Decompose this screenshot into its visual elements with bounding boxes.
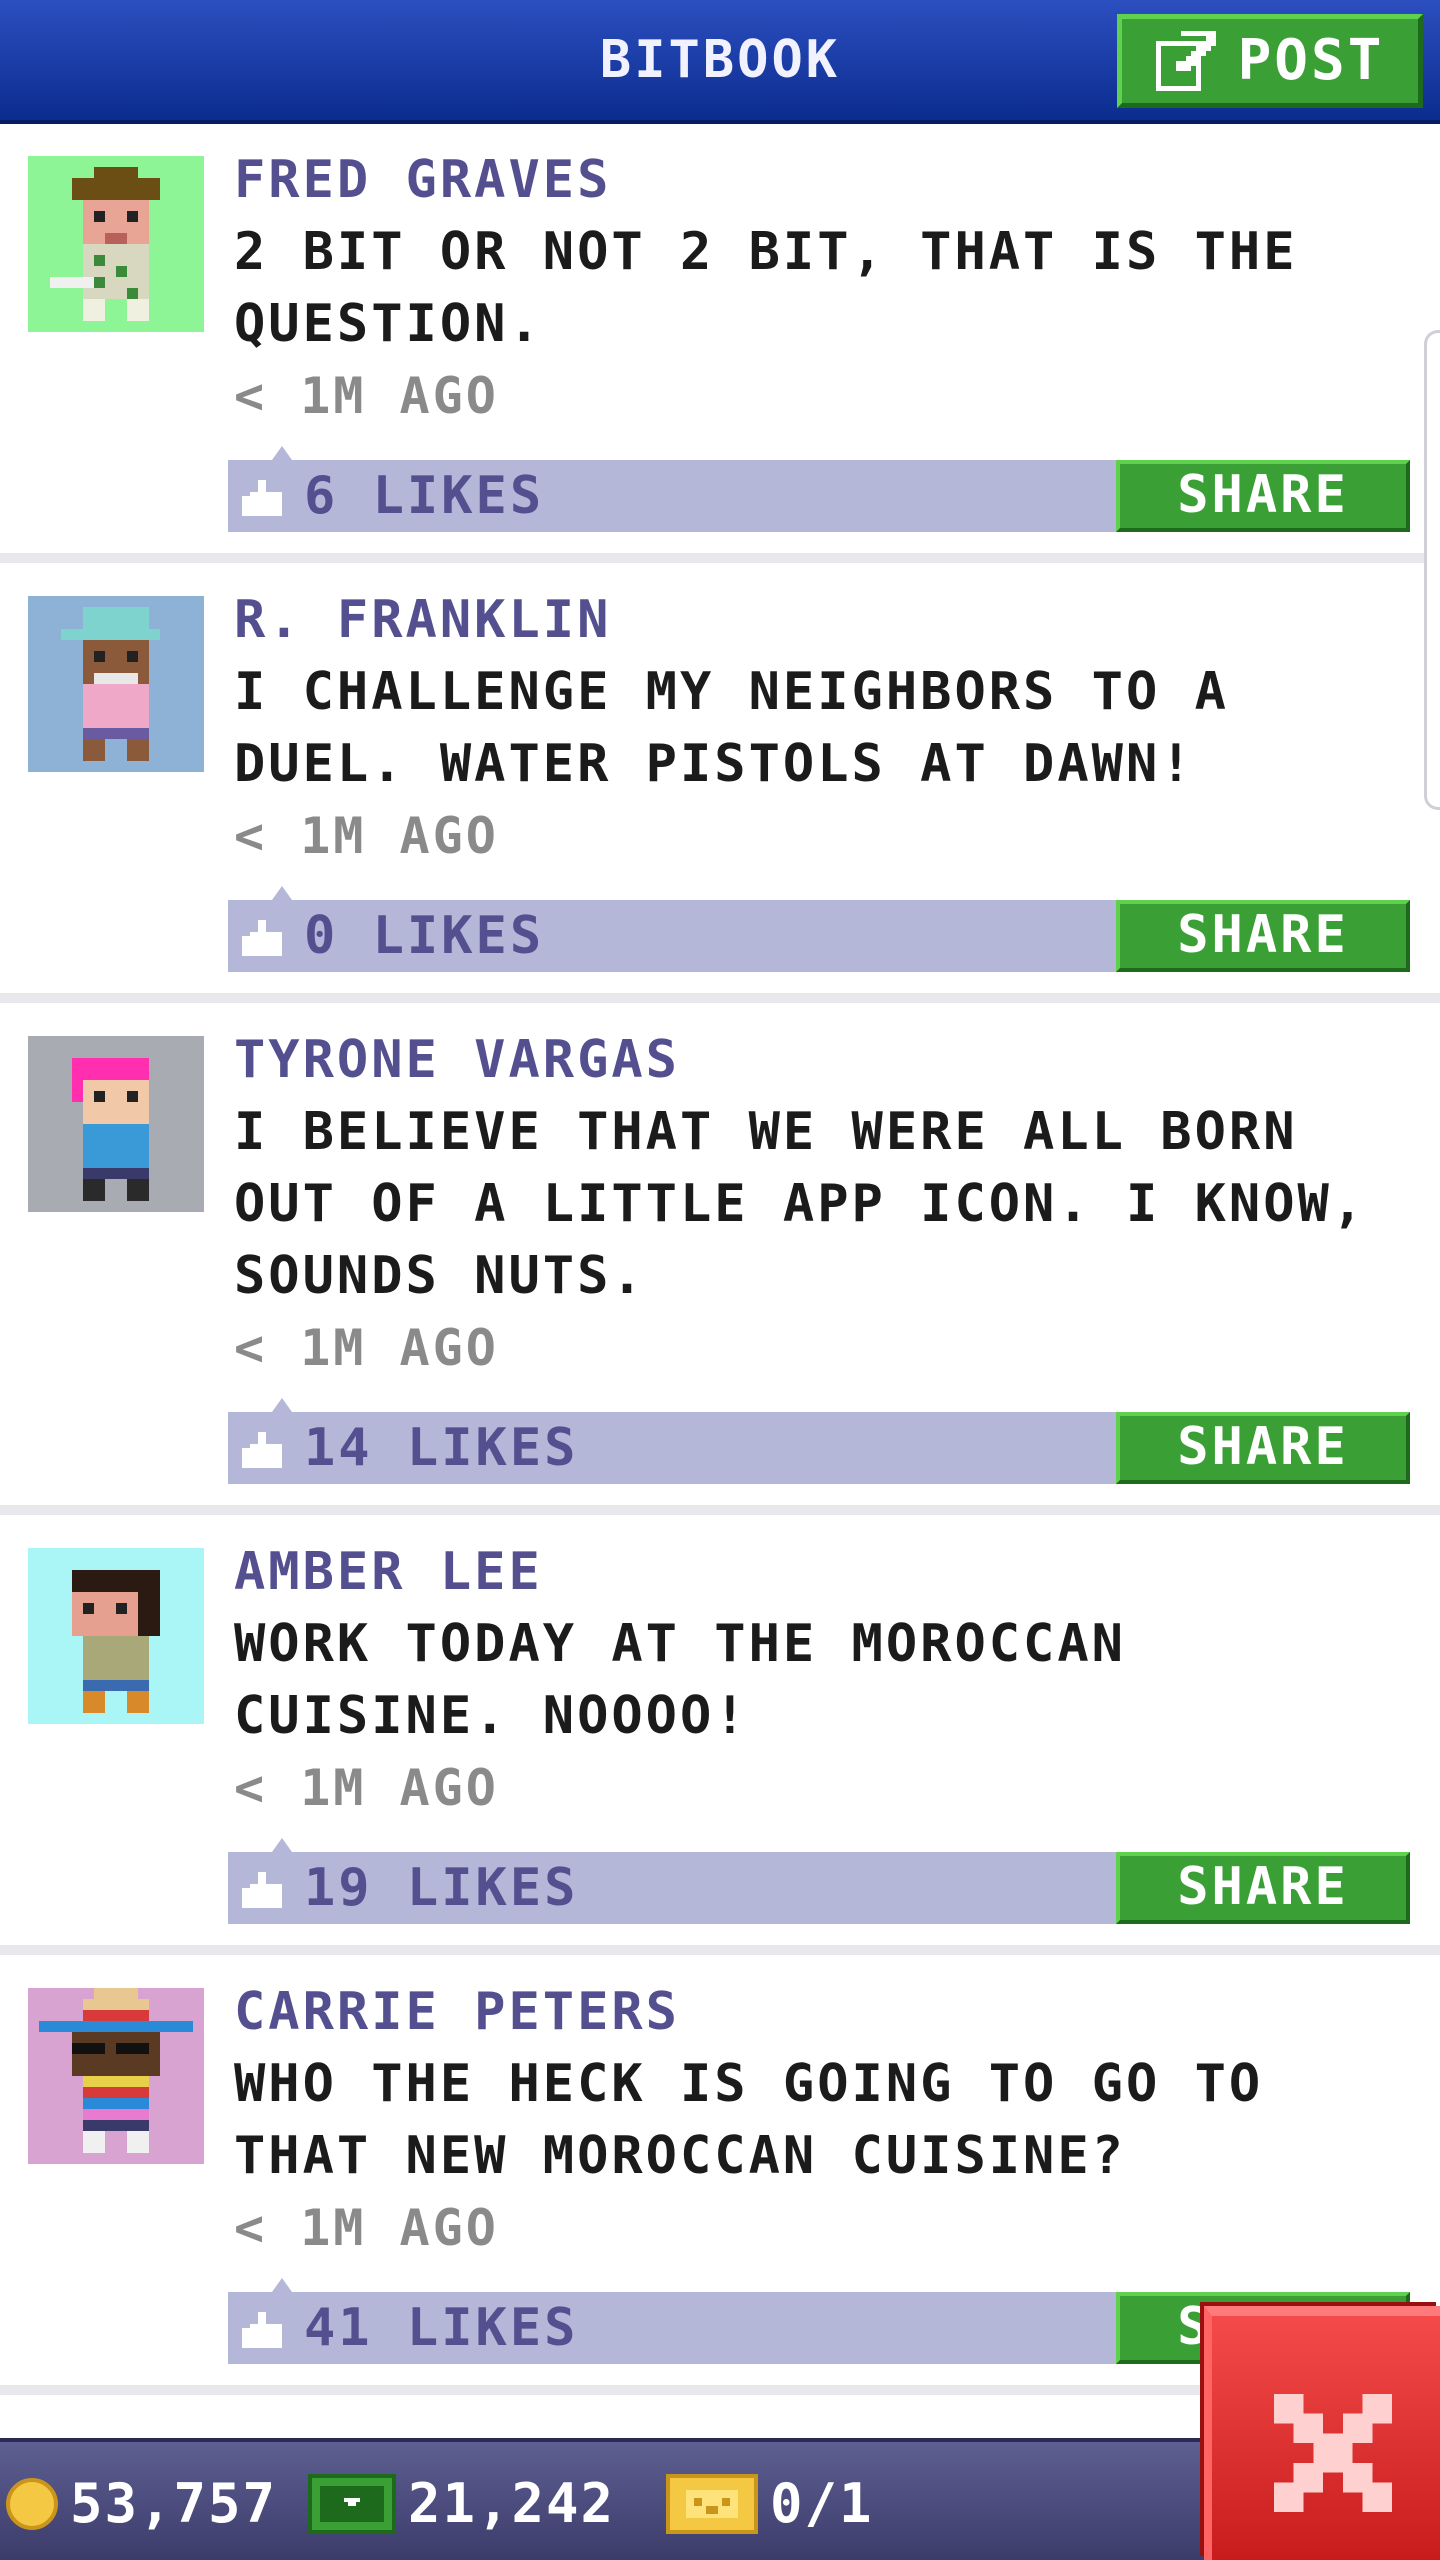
like-bar-notch (272, 446, 292, 460)
post-time: < 1M AGO (234, 1759, 499, 1817)
like-bar-notch (272, 2278, 292, 2292)
post-text: 2 BIT OR NOT 2 BIT, THAT IS THE QUESTION… (234, 222, 1298, 354)
like-count: 41 LIKES (304, 2298, 579, 2358)
post-text: I CHALLENGE MY NEIGHBORS TO A DUEL. WATE… (234, 662, 1229, 794)
post-divider (0, 553, 1440, 563)
vip-value: 0/1 (770, 2472, 874, 2535)
close-button[interactable] (1204, 2306, 1440, 2560)
thumbs-up-icon[interactable] (242, 2312, 286, 2348)
scrollbar[interactable] (1424, 330, 1440, 810)
post-divider (0, 993, 1440, 1003)
post-text: I BELIEVE THAT WE WERE ALL BORN OUT OF A… (234, 1102, 1367, 1306)
share-button[interactable]: SHARE (1116, 1412, 1410, 1484)
avatar-amber-lee (28, 1548, 204, 1724)
coins-counter: 53,757 (6, 2470, 277, 2538)
feed[interactable]: FRED GRAVES 2 BIT OR NOT 2 BIT, THAT IS … (0, 128, 1440, 2438)
like-count: 6 LIKES (304, 466, 545, 526)
post-button-label: POST (1237, 28, 1385, 93)
like-bar: 0 LIKES SHARE (228, 886, 1410, 972)
post-time: < 1M AGO (234, 2199, 499, 2257)
post-divider (0, 1505, 1440, 1515)
like-bar: 6 LIKES SHARE (228, 446, 1410, 532)
like-count: 0 LIKES (304, 906, 545, 966)
bux-icon (308, 2474, 396, 2534)
vip-ticket-icon (666, 2474, 758, 2534)
post-fred-graves: FRED GRAVES 2 BIT OR NOT 2 BIT, THAT IS … (0, 128, 1440, 563)
post-amber-lee: AMBER LEE WORK TODAY AT THE MOROCCAN CUI… (0, 1520, 1440, 1955)
like-bar: 19 LIKES SHARE (228, 1838, 1410, 1924)
like-bar-notch (272, 1838, 292, 1852)
post-time: < 1M AGO (234, 367, 499, 425)
post-time: < 1M AGO (234, 1319, 499, 1377)
avatar[interactable] (28, 1036, 204, 1212)
like-bar-notch (272, 886, 292, 900)
post-text: WORK TODAY AT THE MOROCCAN CUISINE. NOOO… (234, 1614, 1126, 1746)
share-button[interactable]: SHARE (1116, 460, 1410, 532)
thumbs-up-icon[interactable] (242, 920, 286, 956)
share-button[interactable]: SHARE (1116, 1852, 1410, 1924)
thumbs-up-icon[interactable] (242, 480, 286, 516)
avatar-fred-graves (28, 156, 204, 332)
app-header: BITBOOK POST (0, 0, 1440, 124)
thumbs-up-icon[interactable] (242, 1432, 286, 1468)
post-author[interactable]: CARRIE PETERS (234, 1976, 680, 2048)
post-author[interactable]: FRED GRAVES (234, 144, 611, 216)
like-count: 14 LIKES (304, 1418, 579, 1478)
avatar[interactable] (28, 156, 204, 332)
post-time: < 1M AGO (234, 807, 499, 865)
avatar[interactable] (28, 1988, 204, 2164)
vip-counter[interactable]: 0/1 (666, 2470, 874, 2538)
coins-value: 53,757 (70, 2472, 278, 2535)
avatar-carrie-peters (28, 1988, 204, 2164)
post-author[interactable]: TYRONE VARGAS (234, 1024, 680, 1096)
avatar-tyrone-vargas (28, 1036, 204, 1212)
share-button[interactable]: SHARE (1116, 900, 1410, 972)
post-r-franklin: R. FRANKLIN I CHALLENGE MY NEIGHBORS TO … (0, 568, 1440, 1003)
avatar-r-franklin (28, 596, 204, 772)
like-count: 19 LIKES (304, 1858, 579, 1918)
post-author[interactable]: AMBER LEE (234, 1536, 543, 1608)
thumbs-up-icon[interactable] (242, 1872, 286, 1908)
like-bar-notch (272, 1398, 292, 1412)
bux-value: 21,242 (408, 2472, 616, 2535)
coin-icon (6, 2478, 58, 2530)
close-icon (1274, 2394, 1392, 2512)
edit-icon (1155, 31, 1216, 91)
avatar[interactable] (28, 1548, 204, 1724)
post-author[interactable]: R. FRANKLIN (234, 584, 611, 656)
post-text: WHO THE HECK IS GOING TO GO TO THAT NEW … (234, 2054, 1264, 2186)
avatar[interactable] (28, 596, 204, 772)
post-tyrone-vargas: TYRONE VARGAS I BELIEVE THAT WE WERE ALL… (0, 1008, 1440, 1515)
like-bar: 14 LIKES SHARE (228, 1398, 1410, 1484)
bux-counter[interactable]: 21,242 (308, 2470, 615, 2538)
post-button[interactable]: POST (1117, 14, 1423, 108)
post-divider (0, 1945, 1440, 1955)
